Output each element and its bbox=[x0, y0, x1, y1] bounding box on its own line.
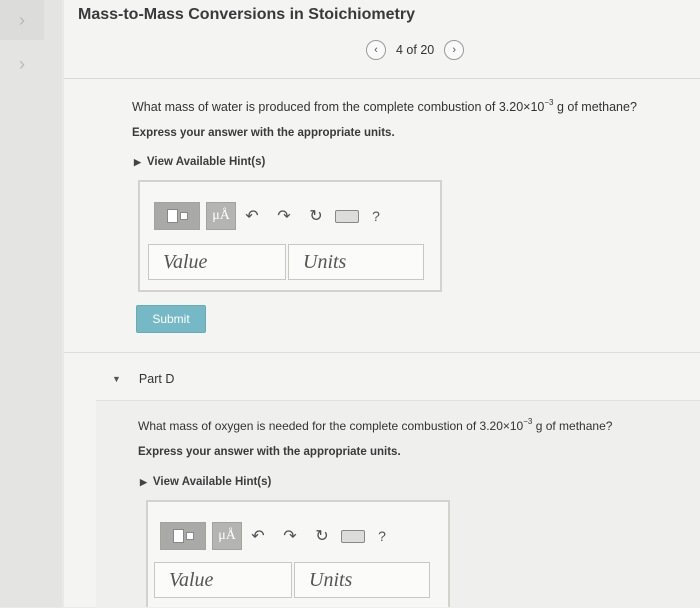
divider bbox=[64, 78, 700, 79]
prev-item-button[interactable]: ‹ bbox=[366, 40, 386, 60]
toolbar-d: μÅ ↶ ↷ ↻ ? bbox=[160, 522, 396, 550]
template-exp-icon bbox=[185, 532, 194, 540]
next-item-button[interactable]: › bbox=[444, 40, 465, 60]
templates-button[interactable] bbox=[154, 202, 200, 230]
triangle-right-icon: ▶ bbox=[134, 157, 141, 167]
left-rail: › › bbox=[0, 0, 62, 607]
reset-icon[interactable]: ↻ bbox=[306, 526, 338, 546]
template-box-icon bbox=[172, 529, 184, 543]
pager: ‹ 4 of 20 › bbox=[366, 40, 465, 60]
value-input-d[interactable]: Value bbox=[154, 562, 292, 598]
caret-down-icon: ▼ bbox=[112, 374, 121, 384]
instruction-text-d: Express your answer with the appropriate… bbox=[138, 446, 401, 458]
hint-link-c[interactable]: ▶ View Available Hint(s) bbox=[134, 156, 265, 168]
assignment-page: Mass-to-Mass Conversions in Stoichiometr… bbox=[64, 0, 700, 608]
page-title: Mass-to-Mass Conversions in Stoichiometr… bbox=[78, 6, 415, 23]
units-symbols-button[interactable]: μÅ bbox=[206, 202, 236, 230]
help-icon[interactable]: ? bbox=[368, 528, 396, 544]
keyboard-icon[interactable] bbox=[332, 209, 362, 223]
redo-icon[interactable]: ↷ bbox=[274, 526, 306, 546]
undo-icon[interactable]: ↶ bbox=[236, 206, 268, 226]
divider bbox=[64, 352, 700, 353]
template-exp-icon bbox=[179, 212, 188, 220]
pager-label: 4 of 20 bbox=[396, 43, 435, 57]
toolbar-c: μÅ ↶ ↷ ↻ ? bbox=[154, 202, 390, 230]
template-box-icon bbox=[166, 209, 178, 223]
templates-button[interactable] bbox=[160, 522, 206, 550]
question-text-c: What mass of water is produced from the … bbox=[132, 98, 637, 114]
undo-icon[interactable]: ↶ bbox=[242, 526, 274, 546]
value-input-c[interactable]: Value bbox=[148, 244, 286, 280]
units-input-c[interactable]: Units bbox=[288, 244, 424, 280]
question-text-d: What mass of oxygen is needed for the co… bbox=[138, 417, 613, 433]
instruction-text-c: Express your answer with the appropriate… bbox=[132, 127, 395, 139]
expand-chevron-icon[interactable]: › bbox=[0, 0, 44, 40]
submit-button[interactable]: Submit bbox=[136, 305, 206, 333]
redo-icon[interactable]: ↷ bbox=[268, 206, 300, 226]
units-input-d[interactable]: Units bbox=[294, 562, 430, 598]
hint-link-d[interactable]: ▶ View Available Hint(s) bbox=[140, 476, 271, 488]
help-icon[interactable]: ? bbox=[362, 208, 390, 224]
keyboard-icon[interactable] bbox=[338, 529, 368, 543]
triangle-right-icon: ▶ bbox=[140, 477, 147, 487]
expand-chevron-icon-2[interactable]: › bbox=[0, 44, 44, 84]
part-d-label: Part D bbox=[138, 372, 175, 386]
units-symbols-button[interactable]: μÅ bbox=[212, 522, 242, 550]
part-d-header[interactable]: ▼ Part D bbox=[112, 372, 174, 386]
reset-icon[interactable]: ↻ bbox=[300, 206, 332, 226]
